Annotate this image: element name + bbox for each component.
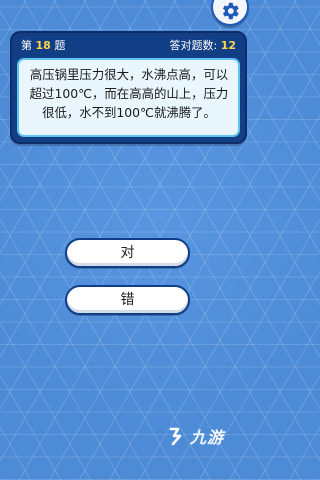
true-button[interactable]: 对 (65, 238, 190, 268)
question-panel: 高压锅里压力很大，水沸点高，可以超过100℃，而在高高的山上，压力很低，水不到1… (17, 58, 240, 137)
logo-icon (169, 427, 182, 446)
card-header: 第 18 题 答对题数: 12 (21, 37, 236, 55)
watermark-text: 九游 (190, 428, 225, 447)
question-suffix: 题 (54, 39, 66, 52)
question-number: 18 (35, 39, 51, 52)
question-counter: 第 18 题 (21, 37, 65, 55)
question-prefix: 第 (21, 39, 32, 52)
question-text: 高压锅里压力很大，水沸点高，可以超过100℃，而在高高的山上，压力很低，水不到1… (29, 67, 229, 120)
watermark: 九游 (168, 423, 248, 453)
gear-icon (222, 2, 239, 20)
settings-button[interactable] (211, 0, 249, 26)
false-button[interactable]: 错 (65, 285, 190, 315)
question-card: 第 18 题 答对题数: 12 高压锅里压力很大，水沸点高，可以超过100℃，而… (10, 31, 247, 144)
correct-label: 答对题数: (169, 39, 218, 52)
correct-count: 12 (220, 39, 236, 52)
correct-counter: 答对题数: 12 (169, 37, 236, 55)
